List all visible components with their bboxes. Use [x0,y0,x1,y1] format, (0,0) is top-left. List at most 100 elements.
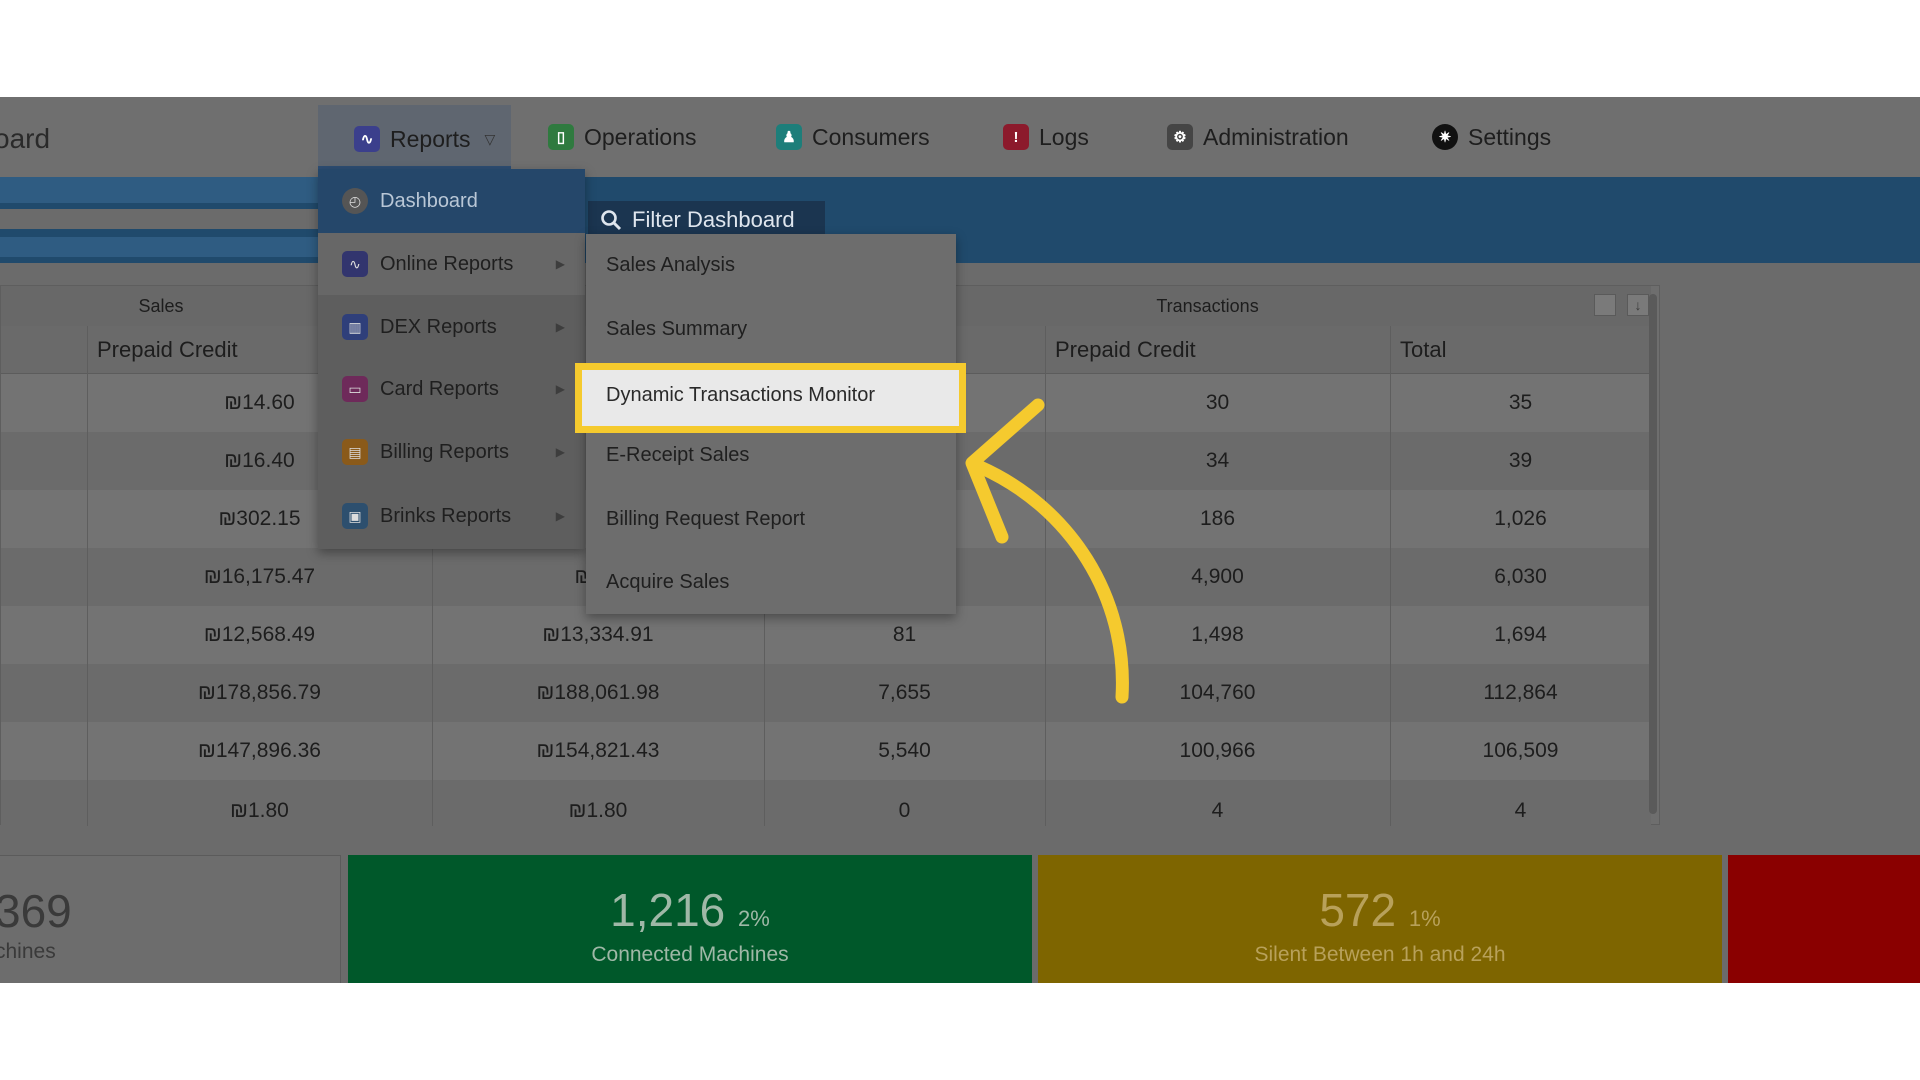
app-window: oard ∿ Reports ▽ ▯ Operations ♟ Consumer… [0,97,1920,983]
menu-item-dex-reports[interactable]: ▥ DEX Reports ▶ [318,296,585,358]
brinks-reports-icon: ▣ [342,503,368,529]
band-strip [0,209,320,229]
band-strip [0,237,320,257]
table-cell: 112,864 [1483,681,1558,704]
table-cell: 100,966 [1179,739,1256,762]
table-cell: 4 [1514,799,1527,822]
reports-icon: ∿ [354,126,380,152]
column-divider [1390,326,1391,826]
submenu-item-acquire-sales[interactable]: Acquire Sales [586,551,956,613]
table-cell: 6,030 [1494,565,1547,588]
table-row: ₪147,896.36 ₪154,821.43 5,540 100,966 10… [1,722,1651,780]
nav-consumers[interactable]: ♟ Consumers [776,115,930,159]
tile-label: Connected Machines [591,943,789,966]
menu-item-label: Dashboard [380,189,478,212]
online-reports-icon: ∿ [342,251,368,277]
table-cell: ₪147,896.36 [198,739,321,762]
tile-percent: 2% [738,906,770,931]
column-header [1,326,87,374]
table-cell: ₪12,568.49 [203,623,316,646]
table-cell: ₪154,821.43 [536,739,660,762]
consumers-icon: ♟ [776,124,802,150]
table-cell: 1,694 [1494,623,1547,646]
table-cell: 35 [1508,391,1533,414]
column-divider [87,326,88,826]
chevron-right-icon: ▶ [555,320,565,334]
chevron-right-icon: ▶ [555,257,565,271]
nav-reports-tab[interactable]: ∿ Reports ▽ [318,105,511,169]
column-header: Prepaid Credit [1045,326,1390,374]
nav-label: Administration [1203,123,1349,150]
chevron-right-icon: ▶ [555,382,565,396]
submenu-item-dynamic-transactions-monitor[interactable]: Dynamic Transactions Monitor [575,363,966,433]
chevron-right-icon: ▶ [555,445,565,459]
menu-item-brinks-reports[interactable]: ▣ Brinks Reports ▶ [318,485,585,547]
nav-label: Logs [1039,123,1089,150]
alert-tile[interactable] [1728,855,1920,983]
group-head-transactions: Transactions [1156,296,1259,316]
table-cell: ₪188,061.98 [536,681,660,704]
table-cell: 39 [1508,449,1533,472]
table-row: ₪12,568.49 ₪13,334.91 81 1,498 1,694 [1,606,1651,664]
submenu-item-sales-analysis[interactable]: Sales Analysis [586,234,956,296]
menu-item-dashboard[interactable]: ◴ Dashboard [318,169,585,233]
total-machines-tile[interactable]: 369 chines [0,855,341,983]
silent-machines-tile[interactable]: 572 1% Silent Between 1h and 24h [1038,855,1722,983]
table-cell: 0 [898,799,911,822]
table-cell: 1,026 [1494,507,1547,530]
tile-label: chines [0,940,56,963]
callout-arrow-icon [965,398,1129,704]
table-cell: 106,509 [1482,739,1559,762]
submenu-item-billing-request-report[interactable]: Billing Request Report [586,488,956,550]
reports-dropdown-menu: ◴ Dashboard ∿ Online Reports ▶ ▥ DEX Rep… [318,169,585,549]
tile-percent: 1% [1408,906,1441,931]
chevron-down-icon: ▽ [484,130,496,147]
nav-administration[interactable]: ⚙ Administration [1167,115,1349,159]
table-cell: ₪1.80 [230,799,289,822]
table-row: ₪1.80 ₪1.80 0 4 4 [1,780,1651,826]
dashboard-icon: ◴ [342,188,368,214]
menu-item-label: DEX Reports [380,315,497,338]
table-cell: ₪1.80 [568,799,628,822]
tile-number: 572 [1319,884,1397,936]
nav-label: Settings [1468,123,1552,150]
table-cell: 4 [1211,799,1224,822]
nav-logs[interactable]: ! Logs [1003,115,1089,159]
submenu-item-sales-summary[interactable]: Sales Summary [586,298,956,360]
table-scrollbar[interactable] [1649,294,1657,814]
operations-icon: ▯ [548,124,574,150]
chevron-right-icon: ▶ [555,509,565,523]
band-strip [0,177,320,203]
nav-operations[interactable]: ▯ Operations [548,115,697,159]
billing-reports-icon: ▤ [342,439,368,465]
column-header: Total [1390,326,1651,374]
menu-item-label: Brinks Reports [380,504,512,527]
download-icon[interactable]: ↓ [1627,294,1649,316]
menu-item-label: Card Reports [380,377,499,400]
tile-label: Silent Between 1h and 24h [1254,943,1506,966]
table-cell: ₪13,334.91 [542,623,654,646]
submenu-item-e-receipt-sales[interactable]: E-Receipt Sales [586,424,956,486]
tile-number: 1,216 [610,884,726,936]
logs-icon: ! [1003,124,1029,150]
settings-icon: ✷ [1432,124,1458,150]
nav-label: Consumers [812,123,930,150]
search-icon [601,210,622,231]
nav-settings[interactable]: ✷ Settings [1432,115,1551,159]
menu-item-billing-reports[interactable]: ▤ Billing Reports ▶ [318,421,585,483]
connected-machines-tile[interactable]: 1,216 2% Connected Machines [348,855,1032,983]
expand-icon[interactable] [1594,294,1616,316]
group-head-sales: Sales [1,286,321,326]
page-title: oard [0,123,51,154]
menu-item-card-reports[interactable]: ▭ Card Reports ▶ [318,358,585,420]
administration-icon: ⚙ [1167,124,1193,150]
menu-item-label: Online Reports [380,252,514,275]
table-cell: ₪178,856.79 [198,681,321,704]
card-reports-icon: ▭ [342,376,368,402]
dex-reports-icon: ▥ [342,314,368,340]
menu-item-label: Billing Reports [380,440,509,463]
nav-label: Operations [584,123,697,150]
tile-number: 369 [0,885,72,937]
nav-label: Reports [390,125,471,152]
menu-item-online-reports[interactable]: ∿ Online Reports ▶ [318,233,585,295]
